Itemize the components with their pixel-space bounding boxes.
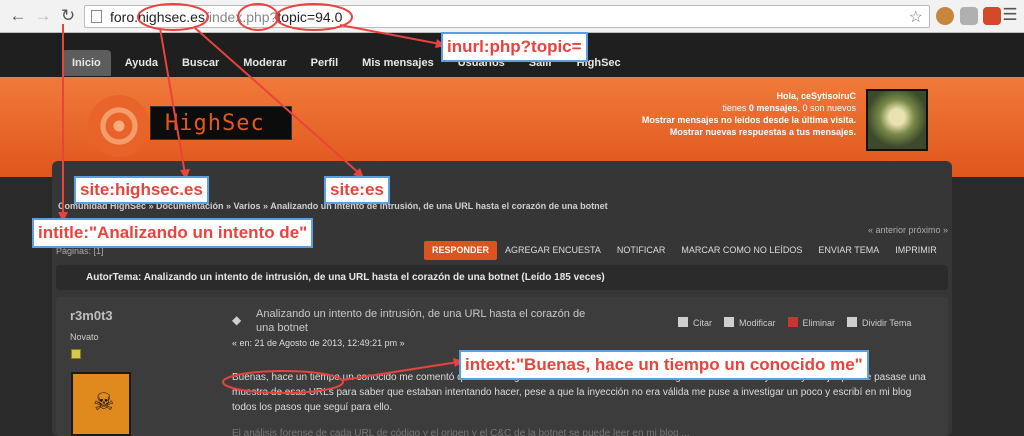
send-topic-button[interactable]: ENVIAR TEMA xyxy=(810,241,887,260)
download-extension-icon[interactable] xyxy=(983,7,1001,25)
post-icon: ◆ xyxy=(232,313,242,327)
forward-icon[interactable]: → xyxy=(33,6,53,26)
post-tools: Citar Modificar Eliminar Dividir Tema xyxy=(678,317,911,328)
menu-item-moderar[interactable]: Moderar xyxy=(233,50,296,76)
annotation-intext: intext:"Buenas, hace un tiempo un conoci… xyxy=(459,350,869,380)
logo-disc-icon xyxy=(88,95,150,157)
annotation-site-es: site:es xyxy=(324,176,390,204)
annotation-inurl: inurl:php?topic= xyxy=(441,32,588,62)
delete-icon xyxy=(787,317,798,327)
address-bar[interactable]: foro.highsec.es/index.php?topic=94.0 ☆ xyxy=(84,5,930,28)
annotation-site-highsec: site:highsec.es xyxy=(74,176,209,204)
site-logo[interactable]: HighSec xyxy=(150,106,292,140)
cookie-extension-icon[interactable] xyxy=(936,7,954,25)
split-icon xyxy=(847,317,858,327)
annotation-intitle: intitle:"Analizando un intento de" xyxy=(32,218,314,248)
post-title[interactable]: Analizando un intento de intrusión, de u… xyxy=(256,307,596,335)
quote-icon xyxy=(678,317,688,327)
address-text: foro.highsec.es/index.php?topic=94.0 xyxy=(110,9,343,25)
topic-navigation[interactable]: « anterior próximo » xyxy=(868,225,948,235)
topic-header: AutorTema: Analizando un intento de intr… xyxy=(56,265,948,290)
user-info: Hola, ceSytisoiruC tienes 0 mensajes, 0 … xyxy=(641,91,856,137)
extension-icon[interactable] xyxy=(960,7,978,25)
split-topic-button[interactable]: Dividir Tema xyxy=(847,317,911,328)
menu-item-buscar[interactable]: Buscar xyxy=(172,50,229,76)
browser-toolbar: ← → ↻ foro.highsec.es/index.php?topic=94… xyxy=(0,0,1024,33)
replies-link[interactable]: Mostrar nuevas respuestas a tus mensajes… xyxy=(670,127,856,137)
modify-icon xyxy=(724,317,735,327)
modify-button[interactable]: Modificar xyxy=(724,317,776,328)
print-button[interactable]: IMPRIMIR xyxy=(887,241,945,260)
author-rank: Novato xyxy=(70,332,99,342)
topic-title: AutorTema: Analizando un intento de intr… xyxy=(86,272,605,283)
messages-link[interactable]: 0 mensajes xyxy=(749,103,798,113)
bookmark-star-icon[interactable]: ☆ xyxy=(909,7,923,27)
greeting: Hola, ceSytisoiruC xyxy=(776,91,856,101)
notify-button[interactable]: NOTIFICAR xyxy=(609,241,674,260)
quote-button[interactable]: Citar xyxy=(678,317,712,328)
reload-icon[interactable]: ↻ xyxy=(58,6,78,26)
menu-item-inicio[interactable]: Inicio xyxy=(62,50,111,76)
page-icon xyxy=(91,10,102,23)
skull-icon: ☠ xyxy=(93,389,115,416)
unread-link[interactable]: Mostrar mensajes no leídos desde la últi… xyxy=(642,115,856,125)
back-icon[interactable]: ← xyxy=(8,6,28,26)
post-author[interactable]: r3m0t3 xyxy=(70,308,113,323)
delete-button[interactable]: Eliminar xyxy=(787,317,835,328)
reply-button[interactable]: RESPONDER xyxy=(424,241,498,260)
add-poll-button[interactable]: AGREGAR ENCUESTA xyxy=(497,241,609,260)
rank-star-icon xyxy=(71,349,81,359)
mark-unread-button[interactable]: MARCAR COMO NO LEÍDOS xyxy=(673,241,810,260)
author-avatar: ☠ xyxy=(71,372,131,436)
menu-item-mis-mensajes[interactable]: Mis mensajes xyxy=(352,50,444,76)
post-date: « en: 21 de Agosto de 2013, 12:49:21 pm … xyxy=(232,338,405,348)
menu-item-perfil[interactable]: Perfil xyxy=(301,50,349,76)
post-body-continued: El análisis forense de cada URL de códig… xyxy=(232,428,690,436)
avatar xyxy=(866,89,928,151)
menu-item-ayuda[interactable]: Ayuda xyxy=(115,50,168,76)
menu-icon[interactable]: ☰ xyxy=(1000,5,1020,25)
topic-actions: RESPONDER AGREGAR ENCUESTA NOTIFICAR MAR… xyxy=(424,241,945,260)
